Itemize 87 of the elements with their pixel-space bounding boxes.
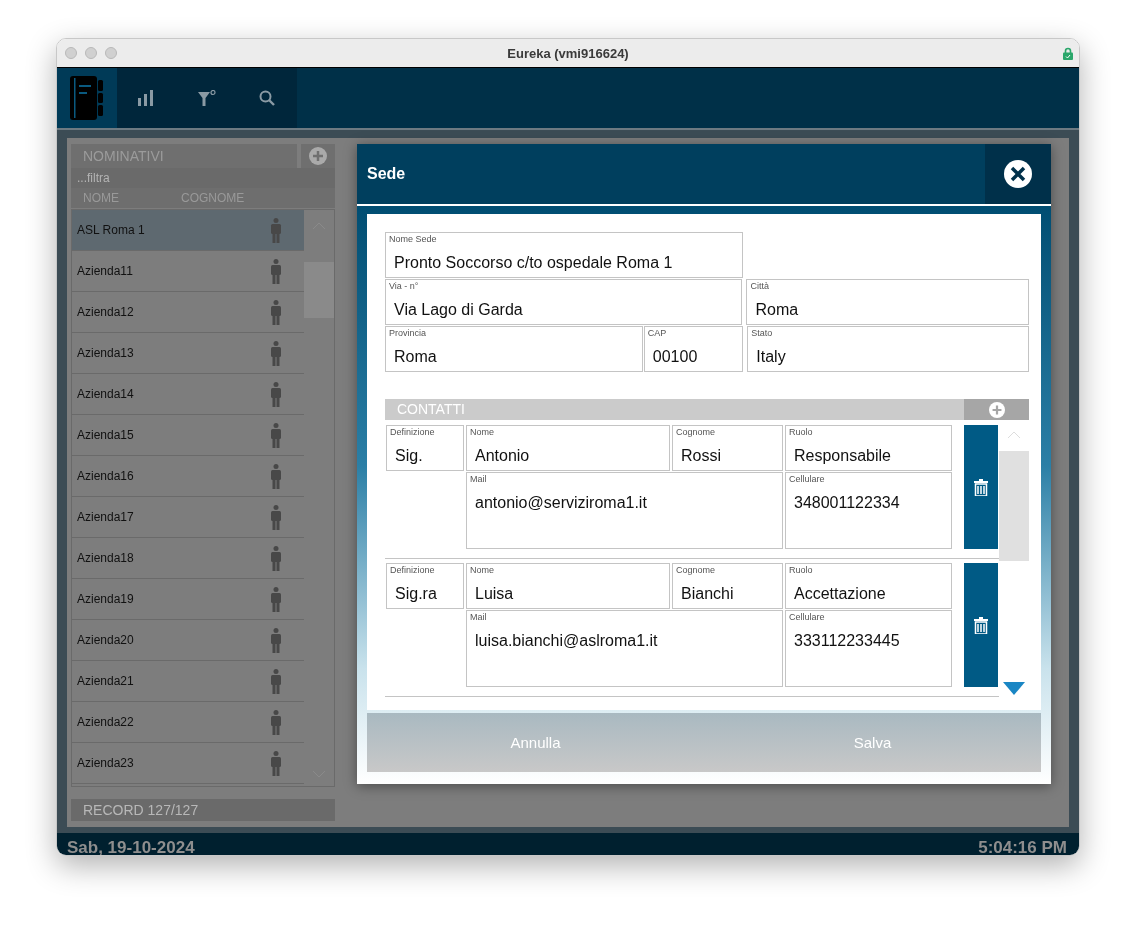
list-row[interactable]: Azienda21 (72, 661, 304, 702)
lock-icon (1063, 46, 1073, 60)
dialog-title: Sede (366, 165, 407, 183)
text-field[interactable]: Nome Sede Pronto Soccorso c/to ospedale Roma 1 (385, 232, 743, 278)
list-row[interactable]: Azienda12 (72, 292, 304, 333)
text-field[interactable]: Città Roma (746, 279, 1029, 325)
person-icon (270, 709, 282, 735)
row-name: Azienda18 (77, 551, 134, 565)
person-icon (270, 463, 282, 489)
zoom-window-button[interactable] (105, 47, 117, 59)
text-field[interactable]: Definizione Sig. (386, 425, 464, 471)
text-field[interactable]: Cellulare 348001122334 (785, 472, 952, 549)
text-field[interactable]: CAP 00100 (643, 326, 744, 372)
minimize-window-button[interactable] (85, 47, 97, 59)
list-row[interactable]: Azienda18 (72, 538, 304, 579)
record-counter: RECORD 127/127 (71, 799, 335, 821)
bar-chart-icon (138, 90, 156, 106)
row-name: Azienda13 (77, 346, 134, 360)
delete-button[interactable] (964, 425, 998, 549)
person-icon (270, 258, 282, 284)
scrollbar-thumb[interactable] (304, 262, 334, 318)
row-name: Azienda12 (77, 305, 134, 319)
row-name: Azienda20 (77, 633, 134, 647)
row-name: Azienda19 (77, 592, 134, 606)
text-field[interactable]: Cellulare 333112233445 (785, 610, 952, 687)
row-name: Azienda11 (77, 264, 133, 278)
person-icon (270, 340, 282, 366)
list-row[interactable]: Azienda13 (72, 333, 304, 374)
person-icon (270, 627, 282, 653)
list-row[interactable]: Azienda14 (72, 374, 304, 415)
window-title: Eureka (vmi916624) (507, 45, 629, 61)
person-icon (270, 750, 282, 776)
text-field[interactable]: Mail luisa.bianchi@aslroma1.it (466, 610, 783, 687)
list-row[interactable]: Azienda15 (72, 415, 304, 456)
row-name: Azienda15 (77, 428, 134, 442)
text-field[interactable]: Mail antonio@serviziroma1.it (466, 472, 783, 549)
text-field[interactable]: Stato Italy (747, 326, 1029, 372)
person-icon (270, 668, 282, 694)
trash-icon (974, 616, 988, 634)
notebook-icon (70, 76, 104, 120)
plus-circle-icon (309, 147, 327, 165)
delete-button[interactable] (964, 563, 998, 687)
close-button[interactable] (985, 144, 1051, 204)
list-row[interactable]: Azienda19 (72, 579, 304, 620)
list-row[interactable]: Azienda16 (72, 456, 304, 497)
scrollbar-thumb[interactable] (999, 451, 1029, 561)
text-field[interactable]: Ruolo Accettazione (785, 563, 952, 609)
row-name: Azienda22 (77, 715, 134, 729)
filter-icon (198, 90, 216, 106)
list-row[interactable]: Azienda22 (72, 702, 304, 743)
text-field[interactable]: Ruolo Responsabile (785, 425, 952, 471)
list-row[interactable]: Azienda20 (72, 620, 304, 661)
text-field[interactable]: Cognome Bianchi (672, 563, 783, 609)
plus-circle-icon (988, 401, 1005, 418)
person-icon (270, 422, 282, 448)
row-name: ASL Roma 1 (77, 223, 145, 237)
scroll-down-icon[interactable] (1003, 682, 1025, 695)
person-icon (270, 504, 282, 530)
row-name: Azienda21 (77, 674, 134, 688)
status-date: Sab, 19-10-2024 (67, 838, 195, 855)
person-icon (270, 299, 282, 325)
person-icon (270, 545, 282, 571)
filter-field[interactable]: ...filtra (71, 168, 335, 188)
close-window-button[interactable] (65, 47, 77, 59)
toolbar-button[interactable] (57, 68, 117, 128)
text-field[interactable]: Nome Antonio (466, 425, 670, 471)
add-contact-button[interactable] (964, 399, 1029, 420)
row-name: Azienda23 (77, 756, 134, 770)
person-icon (270, 217, 282, 243)
row-name: Azienda17 (77, 510, 134, 524)
person-icon (270, 586, 282, 612)
text-field[interactable]: Provincia Roma (385, 326, 643, 372)
person-icon (270, 381, 282, 407)
list-row[interactable]: Azienda11 (72, 251, 304, 292)
row-name: Azienda14 (77, 387, 134, 401)
status-time: 5:04:16 PM (978, 838, 1067, 855)
trash-icon (974, 478, 988, 496)
add-button[interactable] (301, 144, 335, 168)
text-field[interactable]: Via - n° Via Lago di Garda (385, 279, 743, 325)
text-field[interactable]: Nome Luisa (466, 563, 670, 609)
text-field[interactable]: Cognome Rossi (672, 425, 783, 471)
text-field[interactable]: Definizione Sig.ra (386, 563, 464, 609)
search-icon (259, 90, 275, 106)
list-row[interactable]: Azienda17 (72, 497, 304, 538)
close-icon (1004, 160, 1032, 188)
list-row[interactable]: Azienda23 (72, 743, 304, 784)
row-name: Azienda16 (77, 469, 134, 483)
